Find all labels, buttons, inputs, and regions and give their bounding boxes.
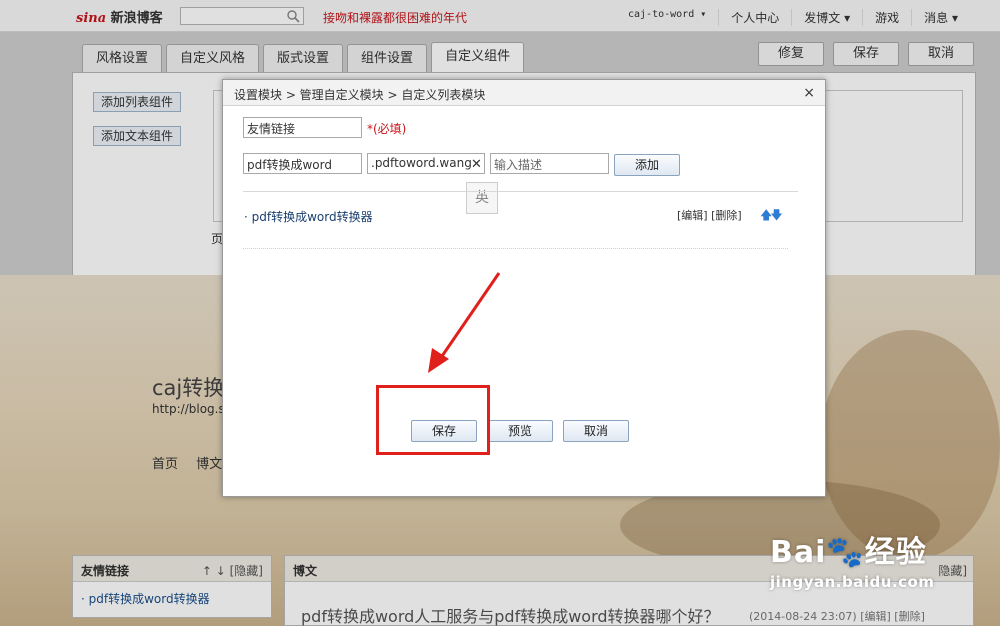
pointer-arrow-icon: [428, 272, 501, 373]
custom-list-module-dialog: 设置模块 > 管理自定义模块 > 自定义列表模块 × 友情链接 *(必填) pd…: [222, 79, 826, 497]
watermark-url: jingyan.baidu.com: [770, 573, 935, 591]
watermark-main: Bai🐾经验: [770, 535, 927, 570]
baidu-jingyan-watermark: Bai🐾经验 jingyan.baidu.com: [770, 527, 934, 591]
